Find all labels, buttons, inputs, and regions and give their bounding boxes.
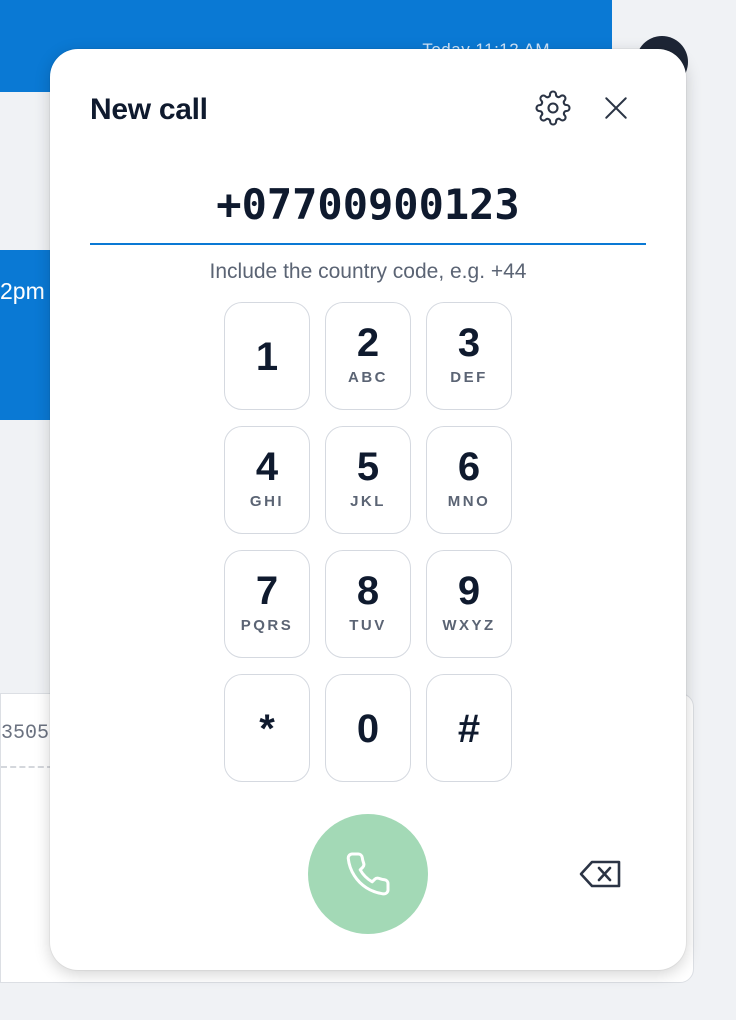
country-code-hint: Include the country code, e.g. +44 xyxy=(209,260,527,283)
close-button[interactable] xyxy=(594,86,638,130)
dial-key-digit: 0 xyxy=(356,707,380,751)
dialog-title: New call xyxy=(90,93,208,126)
dial-key-letters: DEF xyxy=(450,369,488,386)
dial-key[interactable]: * xyxy=(224,674,310,782)
dial-key-digit: 8 xyxy=(356,569,380,613)
dial-key-letters: ABC xyxy=(348,369,388,386)
new-call-dialog: New call Include the country code, e.g. … xyxy=(50,49,686,970)
dial-key-digit: 3 xyxy=(457,321,481,365)
background-message-bubble-2: 2pm xyxy=(0,250,50,420)
dial-key-letters: GHI xyxy=(249,493,285,510)
dial-key[interactable]: 0 xyxy=(325,674,411,782)
dial-key-letters: TUV xyxy=(349,617,387,634)
dial-key-letters: MNO xyxy=(447,493,491,510)
dial-key[interactable]: # xyxy=(426,674,512,782)
phone-icon xyxy=(346,852,390,896)
dial-key-digit: 7 xyxy=(255,569,279,613)
dial-key[interactable]: 5 JKL xyxy=(325,426,411,534)
dial-key[interactable]: 4 GHI xyxy=(224,426,310,534)
call-button[interactable] xyxy=(308,814,428,934)
dial-key[interactable]: 3 DEF xyxy=(426,302,512,410)
dial-key[interactable]: 6 MNO xyxy=(426,426,512,534)
dial-key[interactable]: 9 WXYZ xyxy=(426,550,512,658)
background-number: 3505 xyxy=(1,722,50,745)
dial-key[interactable]: 7 PQRS xyxy=(224,550,310,658)
dial-key-digit: 2 xyxy=(356,321,380,365)
dial-key-letters: WXYZ xyxy=(442,617,496,634)
dial-key[interactable]: 8 TUV xyxy=(325,550,411,658)
background-timestamp-2: 2pm xyxy=(0,278,45,304)
dial-key[interactable]: 2 ABC xyxy=(325,302,411,410)
backspace-icon xyxy=(579,860,621,888)
dial-key[interactable]: 1 xyxy=(224,302,310,410)
dial-key-letters: PQRS xyxy=(240,617,294,634)
dial-key-digit: 4 xyxy=(255,445,279,489)
dial-key-letters: JKL xyxy=(350,493,386,510)
gear-icon xyxy=(535,90,571,126)
settings-button[interactable] xyxy=(531,86,575,130)
dial-key-digit: 5 xyxy=(356,445,380,489)
dial-key-digit: 9 xyxy=(457,569,481,613)
divider xyxy=(1,766,53,768)
phone-number-input[interactable] xyxy=(90,165,646,245)
dial-key-digit: # xyxy=(457,707,481,751)
backspace-button[interactable] xyxy=(575,852,627,896)
dial-key-digit: * xyxy=(259,707,275,751)
dial-key-digit: 1 xyxy=(255,335,279,379)
dial-key-digit: 6 xyxy=(457,445,481,489)
close-icon xyxy=(605,97,627,119)
